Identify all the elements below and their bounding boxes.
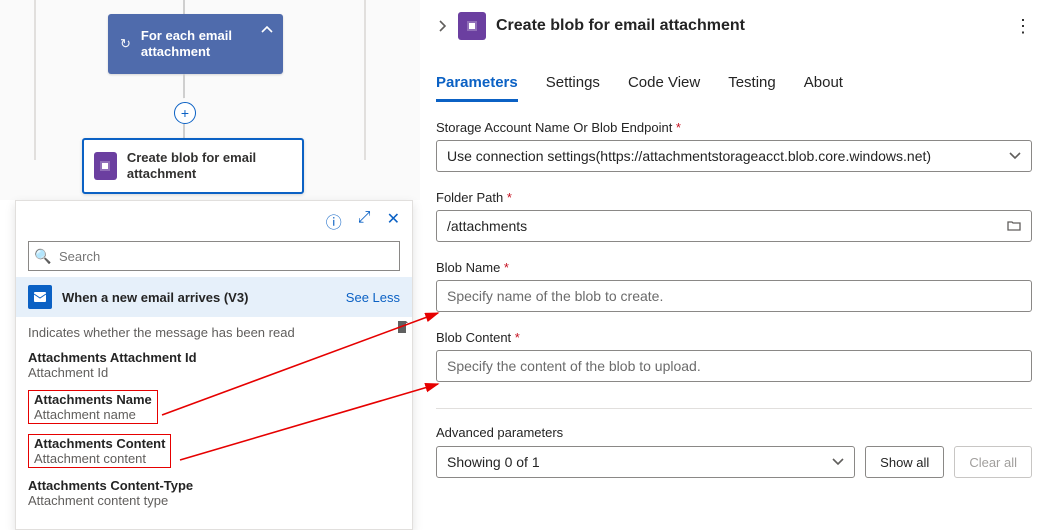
chevron-up-icon[interactable]: [261, 24, 273, 39]
trigger-label: When a new email arrives (V3): [62, 290, 248, 305]
advanced-parameters-value: Showing 0 of 1: [447, 454, 540, 470]
chevron-down-icon[interactable]: [1009, 148, 1021, 164]
connector-line: [183, 0, 185, 14]
chevron-right-icon[interactable]: [436, 20, 448, 32]
dynamic-item-name: Attachments Name: [34, 392, 152, 407]
details-panel: Create blob for email attachment ⋮ Param…: [420, 0, 1050, 530]
azure-blob-icon: [458, 12, 486, 40]
azure-blob-icon: [94, 152, 117, 180]
loop-icon: ↻: [120, 36, 131, 52]
highlight-box: Attachments Name Attachment name: [28, 390, 158, 424]
search-box[interactable]: 🔍: [28, 241, 400, 271]
more-icon[interactable]: ⋮: [1014, 16, 1032, 37]
dynamic-item-attachment-content[interactable]: Attachments Content Attachment content: [28, 434, 400, 468]
tab-settings[interactable]: Settings: [546, 74, 600, 102]
tab-parameters[interactable]: Parameters: [436, 74, 518, 102]
dynamic-item-name: Attachments Content-Type: [28, 478, 400, 493]
close-icon[interactable]: ✕: [387, 209, 400, 233]
connector-line: [183, 74, 185, 102]
advanced-parameters-dropdown[interactable]: Showing 0 of 1: [436, 446, 855, 478]
blob-name-label: Blob Name: [436, 260, 1032, 275]
dynamic-item-sub: Attachment Id: [28, 365, 400, 380]
picker-toolbar: ⓘ ⤢ ✕: [16, 201, 412, 241]
storage-account-label: Storage Account Name Or Blob Endpoint: [436, 120, 1032, 135]
prev-item-description: Indicates whether the message has been r…: [28, 325, 400, 340]
blob-name-input[interactable]: Specify name of the blob to create.: [436, 280, 1032, 312]
search-icon: 🔍: [29, 248, 57, 265]
storage-account-value: Use connection settings(https://attachme…: [447, 148, 931, 164]
see-less-link[interactable]: See Less: [346, 290, 400, 305]
add-action-button[interactable]: +: [174, 102, 196, 124]
create-blob-title: Create blob for email attachment: [127, 150, 292, 183]
dynamic-item-sub: Attachment name: [34, 407, 152, 422]
folder-path-label: Folder Path: [436, 190, 1032, 205]
highlight-box: Attachments Content Attachment content: [28, 434, 171, 468]
parameters-form: Storage Account Name Or Blob Endpoint Us…: [436, 120, 1032, 478]
tab-code-view[interactable]: Code View: [628, 74, 700, 102]
show-all-button[interactable]: Show all: [865, 446, 944, 478]
expand-icon[interactable]: ⤢: [358, 209, 371, 233]
container-border-right: [364, 0, 366, 160]
dynamic-item-name: Attachments Attachment Id: [28, 350, 400, 365]
connector-line: [183, 124, 185, 138]
dynamic-item-attachment-name[interactable]: Attachments Name Attachment name: [28, 390, 400, 424]
foreach-card[interactable]: ↻ For each email attachment: [108, 14, 283, 74]
blob-name-placeholder: Specify name of the blob to create.: [447, 288, 663, 304]
blob-content-field: Blob Content Specify the content of the …: [436, 330, 1032, 382]
clear-all-button: Clear all: [954, 446, 1032, 478]
dynamic-item-sub: Attachment content type: [28, 493, 400, 508]
folder-picker-icon[interactable]: [1007, 218, 1021, 235]
blob-content-input[interactable]: Specify the content of the blob to uploa…: [436, 350, 1032, 382]
outlook-icon: [28, 285, 52, 309]
container-border-left: [34, 0, 36, 160]
dynamic-content-panel: ⓘ ⤢ ✕ 🔍 When a new email arrives (V3) Se…: [15, 200, 413, 530]
folder-path-value: /attachments: [447, 218, 527, 234]
flow-canvas: ↻ For each email attachment + Create blo…: [0, 0, 420, 200]
advanced-parameters-row: Showing 0 of 1 Show all Clear all: [436, 446, 1032, 478]
dynamic-item-attachment-content-type[interactable]: Attachments Content-Type Attachment cont…: [28, 478, 400, 508]
details-title: Create blob for email attachment: [496, 17, 745, 35]
blob-name-field: Blob Name Specify name of the blob to cr…: [436, 260, 1032, 312]
dynamic-item-name: Attachments Content: [34, 436, 165, 451]
tab-testing[interactable]: Testing: [728, 74, 776, 102]
trigger-group-header[interactable]: When a new email arrives (V3) See Less: [16, 277, 412, 317]
chevron-down-icon[interactable]: [832, 454, 844, 470]
foreach-title: For each email attachment: [141, 28, 271, 61]
dynamic-item-attachment-id[interactable]: Attachments Attachment Id Attachment Id: [28, 350, 400, 380]
tab-about[interactable]: About: [804, 74, 843, 102]
storage-account-field: Storage Account Name Or Blob Endpoint Us…: [436, 120, 1032, 172]
info-icon[interactable]: ⓘ: [326, 209, 342, 233]
folder-path-input[interactable]: /attachments: [436, 210, 1032, 242]
picker-body: Indicates whether the message has been r…: [16, 321, 412, 518]
create-blob-card[interactable]: Create blob for email attachment: [82, 138, 304, 194]
storage-account-dropdown[interactable]: Use connection settings(https://attachme…: [436, 140, 1032, 172]
details-header: Create blob for email attachment ⋮: [436, 6, 1032, 46]
blob-content-placeholder: Specify the content of the blob to uploa…: [447, 358, 701, 374]
search-input[interactable]: [57, 243, 399, 269]
folder-path-field: Folder Path /attachments: [436, 190, 1032, 242]
dynamic-item-sub: Attachment content: [34, 451, 165, 466]
scrollbar-thumb[interactable]: [398, 321, 406, 333]
advanced-parameters-label: Advanced parameters: [436, 408, 1032, 440]
tabs: Parameters Settings Code View Testing Ab…: [436, 74, 1032, 102]
blob-content-label: Blob Content: [436, 330, 1032, 345]
